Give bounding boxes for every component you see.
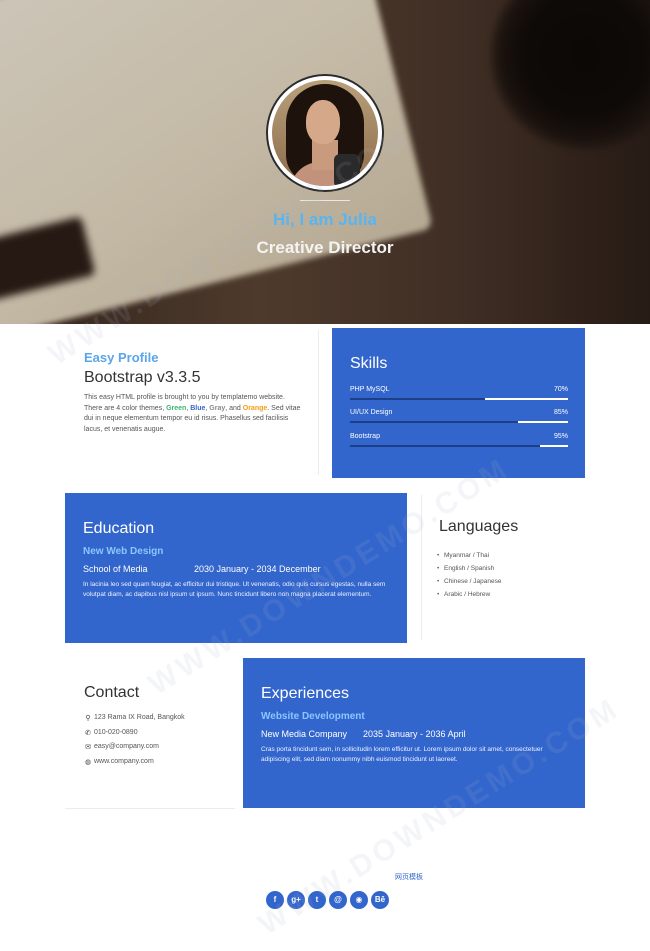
- education-description: In lacinia leo sed quam feugiat, ac effi…: [83, 581, 386, 598]
- theme-link-gray[interactable]: Gray: [209, 405, 225, 412]
- education-period: 2030 January - 2034 December: [194, 564, 321, 574]
- experiences-subtitle: Website Development: [261, 711, 365, 722]
- hero-greeting: Hi, I am Julia: [273, 210, 377, 229]
- languages-title: Languages: [439, 518, 519, 535]
- skill-progress-bar: [350, 445, 568, 447]
- profile-avatar: [266, 74, 384, 192]
- list-item: English / Spanish: [437, 565, 589, 578]
- divider: [421, 495, 422, 640]
- education-title: Education: [83, 520, 155, 537]
- skills-title: Skills: [350, 355, 388, 372]
- envelope-icon: ✉: [85, 744, 91, 751]
- experiences-period: 2035 January - 2036 April: [363, 729, 466, 739]
- contact-website[interactable]: ◍ www.company.com: [84, 758, 234, 773]
- skill-progress-bar: [350, 421, 568, 423]
- skill-percent: 85%: [553, 409, 568, 416]
- education-panel: Education New Web Design School of Media…: [65, 493, 407, 643]
- skill-label: UI/UX Design: [350, 409, 393, 416]
- contact-section: Contact ⚲ 123 Rama IX Road, Bangkok ✆ 01…: [84, 684, 234, 772]
- languages-section: Languages Myanmar / Thai English / Spani…: [437, 518, 589, 604]
- skill-label: PHP MySQL: [350, 386, 390, 393]
- divider: [318, 330, 319, 475]
- experiences-title: Experiences: [261, 685, 350, 702]
- education-subtitle: New Web Design: [83, 546, 164, 557]
- phone-icon: ✆: [85, 729, 91, 737]
- contact-email[interactable]: ✉ easy@company.com: [84, 743, 234, 758]
- contact-phone: ✆ 010-020-0890: [85, 728, 138, 737]
- theme-link-green[interactable]: Green: [166, 405, 186, 412]
- theme-link-orange[interactable]: Orange: [243, 405, 268, 412]
- skills-panel: Skills PHP MySQL 70% UI/UX Design 85% Bo…: [332, 328, 585, 478]
- google-plus-icon[interactable]: g+: [287, 891, 305, 909]
- skill-percent: 70%: [553, 386, 568, 393]
- divider: [65, 808, 235, 809]
- behance-icon[interactable]: Bē: [371, 891, 389, 909]
- skill-progress-bar: [350, 398, 568, 400]
- contact-title: Contact: [84, 684, 140, 701]
- map-marker-icon: ⚲: [85, 715, 91, 722]
- contact-address: ⚲ 123 Rama IX Road, Bangkok: [85, 714, 185, 722]
- hero-divider: [300, 200, 350, 201]
- about-section: Easy Profile Bootstrap v3.3.5 This easy …: [84, 350, 302, 435]
- list-item: Arabic / Hebrew: [437, 591, 589, 604]
- social-links: f g+ t @ ◉ Bē: [266, 891, 389, 909]
- profile-photo: [272, 80, 378, 186]
- skill-percent: 95%: [553, 433, 568, 440]
- email-icon[interactable]: @: [329, 891, 347, 909]
- education-school: School of Media: [83, 564, 148, 574]
- list-item: Myanmar / Thai: [437, 552, 589, 565]
- experiences-panel: Experiences Website Development New Medi…: [243, 658, 585, 808]
- globe-icon: ◍: [84, 758, 92, 766]
- theme-link-blue[interactable]: Blue: [190, 405, 205, 412]
- about-heading: Bootstrap v3.3.5: [84, 369, 201, 386]
- list-item: Chinese / Japanese: [437, 578, 589, 591]
- experiences-company: New Media Company: [261, 729, 348, 739]
- hero-banner: Hi, I am Julia Creative Director: [0, 0, 650, 324]
- about-text: This easy HTML profile is brought to you…: [84, 394, 301, 433]
- languages-list: Myanmar / Thai English / Spanish Chinese…: [437, 552, 589, 604]
- footer-link[interactable]: 网页模板: [395, 872, 423, 882]
- experiences-description: Cras porta tincidunt sem, in sollicitudi…: [261, 746, 543, 763]
- facebook-icon[interactable]: f: [266, 891, 284, 909]
- about-kicker: Easy Profile: [84, 350, 159, 365]
- twitter-icon[interactable]: t: [308, 891, 326, 909]
- github-icon[interactable]: ◉: [350, 891, 368, 909]
- skill-label: Bootstrap: [350, 433, 380, 440]
- hero-title: Creative Director: [256, 238, 394, 257]
